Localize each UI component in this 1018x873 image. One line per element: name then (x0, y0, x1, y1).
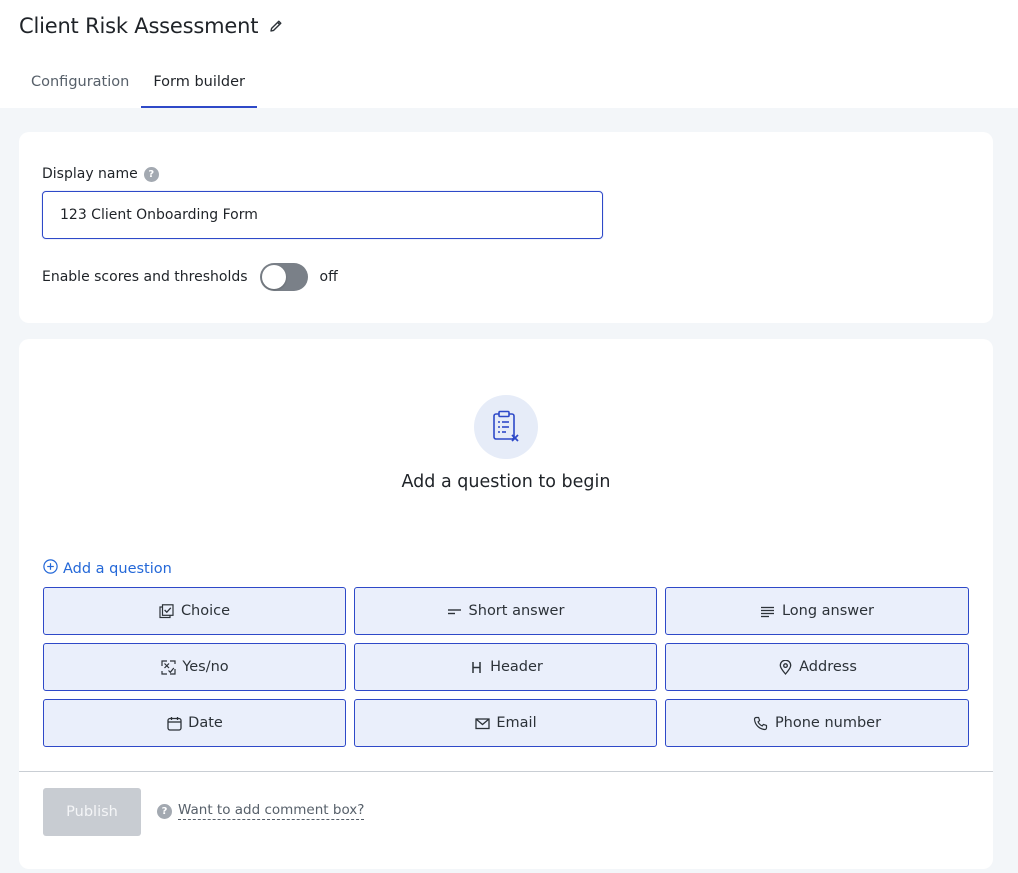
long-answer-icon (760, 603, 776, 619)
toggle-knob (261, 265, 286, 289)
content-area: Display name ? Enable scores and thresho… (0, 108, 1018, 873)
email-button[interactable]: Email (354, 699, 657, 747)
pencil-edit-icon[interactable] (268, 18, 284, 34)
header-label: Header (490, 659, 543, 675)
scores-toggle-row: Enable scores and thresholds off (42, 263, 338, 291)
comment-box-hint: ? Want to add comment box? (157, 802, 365, 820)
address-button[interactable]: Address (665, 643, 969, 691)
yes-no-icon (160, 659, 176, 675)
tab-configuration[interactable]: Configuration (19, 62, 141, 108)
header-icon (468, 659, 484, 675)
question-type-grid: Choice Short answer Long answer Yes/no H… (43, 587, 969, 747)
scores-toggle-label: Enable scores and thresholds (42, 269, 248, 285)
date-label: Date (188, 715, 223, 731)
short-answer-button[interactable]: Short answer (354, 587, 657, 635)
yes-no-button[interactable]: Yes/no (43, 643, 346, 691)
phone-number-label: Phone number (774, 715, 882, 731)
add-question-label: Add a question (63, 560, 172, 577)
tab-bar: Configuration Form builder (19, 62, 257, 108)
short-answer-icon (447, 603, 463, 619)
header-button[interactable]: Header (354, 643, 657, 691)
scores-toggle[interactable] (259, 263, 308, 291)
empty-state-title: Add a question to begin (401, 472, 611, 492)
email-label: Email (496, 715, 537, 731)
help-icon[interactable]: ? (143, 166, 159, 182)
long-answer-label: Long answer (781, 603, 875, 619)
envelope-icon (474, 715, 490, 731)
help-icon[interactable]: ? (157, 803, 172, 819)
display-name-label-text: Display name (42, 166, 138, 182)
choice-label: Choice (180, 603, 231, 619)
tab-form-builder[interactable]: Form builder (141, 62, 257, 108)
page-title-text: Client Risk Assessment (19, 14, 259, 38)
location-pin-icon (777, 659, 793, 675)
phone-number-button[interactable]: Phone number (665, 699, 969, 747)
page-title: Client Risk Assessment (19, 14, 284, 38)
date-button[interactable]: Date (43, 699, 346, 747)
footer-divider (19, 771, 993, 772)
plus-circle-icon (43, 559, 58, 578)
checkbox-list-icon (159, 603, 175, 619)
scores-toggle-state: off (319, 269, 338, 285)
display-name-input[interactable] (42, 191, 603, 239)
long-answer-button[interactable]: Long answer (665, 587, 969, 635)
calendar-icon (166, 715, 182, 731)
page-header: Client Risk Assessment Configuration For… (0, 0, 1018, 108)
choice-button[interactable]: Choice (43, 587, 346, 635)
publish-button[interactable]: Publish (43, 788, 141, 836)
address-label: Address (799, 659, 857, 675)
yes-no-label: Yes/no (182, 659, 229, 675)
add-question-link[interactable]: Add a question (43, 559, 172, 578)
form-builder-card: Add a question to begin Add a question C… (19, 339, 993, 869)
display-name-label: Display name ? (42, 166, 159, 182)
add-comment-box-link[interactable]: Want to add comment box? (178, 802, 365, 820)
short-answer-label: Short answer (468, 603, 565, 619)
phone-icon (753, 715, 769, 731)
form-settings-card: Display name ? Enable scores and thresho… (19, 132, 993, 323)
clipboard-list-icon (474, 395, 538, 459)
